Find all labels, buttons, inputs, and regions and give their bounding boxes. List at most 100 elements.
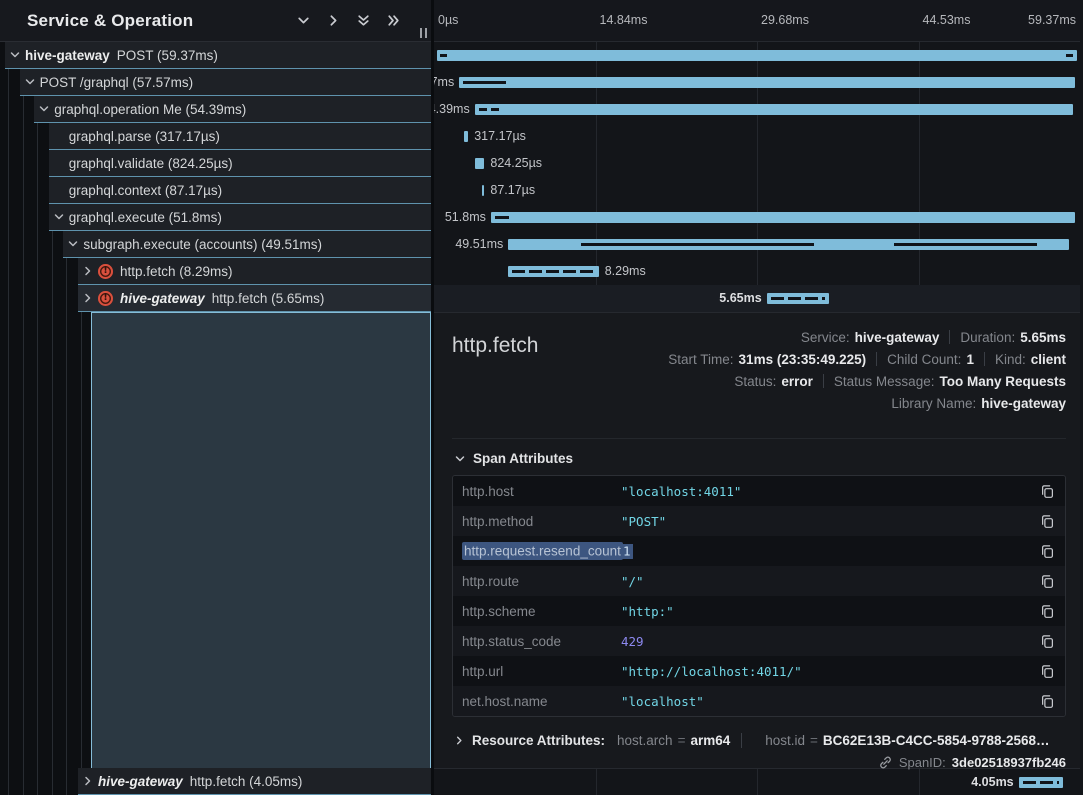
span-tree-row[interactable]: !hive-gatewayhttp.fetch (5.65ms) <box>78 285 431 312</box>
meta-divider <box>984 352 985 366</box>
span-tree-row[interactable]: subgraph.execute (accounts) (49.51ms) <box>63 231 431 258</box>
panel-resize-grip[interactable] <box>420 28 427 38</box>
copy-value-button[interactable] <box>1037 514 1055 529</box>
expand-all-button[interactable] <box>384 11 403 30</box>
span-tree-row[interactable]: graphql.validate (824.25µs) <box>49 150 431 177</box>
expand-one-level-button[interactable] <box>324 11 343 30</box>
waterfall-row <box>434 42 1080 69</box>
collapse-all-button[interactable] <box>354 11 373 30</box>
operation-name: subgraph.execute (accounts) (49.51ms) <box>83 237 322 252</box>
span-duration-bar[interactable] <box>475 104 1073 115</box>
ruler-tick: 59.37ms <box>1028 13 1076 27</box>
attribute-row: http.status_code429 <box>453 626 1065 656</box>
selected-text: 1 <box>621 544 633 559</box>
meta-value: Too Many Requests <box>939 374 1066 389</box>
copy-value-button[interactable] <box>1037 604 1055 619</box>
chevron-right-icon <box>82 265 94 277</box>
span-duration-bar[interactable] <box>508 266 598 277</box>
row-expander[interactable] <box>82 292 94 304</box>
copy-value-button[interactable] <box>1037 664 1055 679</box>
span-id-row: SpanID: 3de02518937fb246 <box>452 755 1066 770</box>
error-badge-icon: ! <box>98 264 113 279</box>
span-tree-row[interactable]: graphql.parse (317.17µs) <box>49 123 431 150</box>
chevron-down-icon <box>67 238 79 250</box>
chevron-down-icon <box>38 103 50 115</box>
meta-value: client <box>1031 352 1066 367</box>
row-expander[interactable] <box>24 76 36 88</box>
operation-name: POST (59.37ms) <box>117 48 218 63</box>
span-duration-bar[interactable] <box>464 131 469 142</box>
operation-name: http.fetch (8.29ms) <box>120 264 233 279</box>
row-expander[interactable] <box>82 265 94 277</box>
span-duration-bar[interactable] <box>437 50 1077 61</box>
span-duration-bar[interactable] <box>482 185 485 196</box>
resource-attributes-title: Resource Attributes: <box>472 733 605 748</box>
meta-value: 31ms (23:35:49.225) <box>739 352 867 367</box>
span-duration-bar[interactable] <box>491 212 1076 223</box>
span-tree: hive-gatewayPOST (59.37ms)POST /graphql … <box>0 42 431 795</box>
span-tree-row[interactable]: hive-gatewayhttp.fetch (4.05ms) <box>78 768 431 795</box>
duration-label: 5.65ms <box>719 285 761 312</box>
operation-name: graphql.validate (824.25µs) <box>69 156 233 171</box>
span-label: graphql.execute (51.8ms) <box>69 210 222 225</box>
resource-key: host.arch <box>617 733 673 748</box>
span-label: graphql.parse (317.17µs) <box>69 129 220 144</box>
span-duration-bar[interactable] <box>767 293 829 304</box>
ruler-tick: 0µs <box>438 13 458 27</box>
attribute-value: "/" <box>621 574 1037 589</box>
span-duration-bar[interactable] <box>459 77 1075 88</box>
waterfall-row: 5.65ms <box>434 285 1080 312</box>
child-span-marker <box>440 54 446 57</box>
copy-value-button[interactable] <box>1037 634 1055 649</box>
meta-value: hive-gateway <box>981 396 1066 411</box>
row-expander[interactable] <box>67 238 79 250</box>
span-duration-bar[interactable] <box>475 158 485 169</box>
copy-value-button[interactable] <box>1037 544 1055 559</box>
chevron-down-icon <box>299 18 308 22</box>
duration-label: 4.05ms <box>971 769 1013 795</box>
span-duration-bar[interactable] <box>1019 777 1064 788</box>
resource-attributes-row[interactable]: Resource Attributes: host.arch=arm64host… <box>454 733 1066 748</box>
row-expander[interactable] <box>38 103 50 115</box>
row-expander-spacer <box>53 130 65 142</box>
meta-label: Status Message: <box>834 374 935 389</box>
span-title: http.fetch <box>452 326 538 414</box>
attribute-row: http.request.resend_count1 <box>453 536 1065 566</box>
span-id-label: SpanID: <box>899 755 946 770</box>
span-tree-row[interactable]: graphql.execute (51.8ms) <box>49 204 431 231</box>
copy-value-button[interactable] <box>1037 574 1055 589</box>
waterfall-row: 4.05ms <box>434 769 1080 795</box>
meta-label: Start Time: <box>668 352 733 367</box>
attribute-row: net.host.name"localhost" <box>453 686 1065 716</box>
waterfall-row: 49.51ms <box>434 231 1080 258</box>
span-tree-row[interactable]: graphql.operation Me (54.39ms) <box>34 96 431 123</box>
meta-value: 5.65ms <box>1020 330 1066 345</box>
span-tree-row[interactable]: hive-gatewayPOST (59.37ms) <box>5 42 431 69</box>
copy-value-button[interactable] <box>1037 484 1055 499</box>
span-tree-row[interactable]: POST /graphql (57.57ms) <box>20 69 431 96</box>
link-icon[interactable] <box>878 755 893 770</box>
resource-value: BC62E13B-C4CC-5854-9788-2568… <box>823 733 1050 748</box>
child-span-marker <box>894 243 1037 246</box>
attribute-value: "localhost" <box>621 694 1037 709</box>
meta-label: Kind: <box>995 352 1026 367</box>
row-expander[interactable] <box>82 775 94 787</box>
collapse-one-level-button[interactable] <box>294 11 313 30</box>
copy-value-button[interactable] <box>1037 694 1055 709</box>
span-tree-row[interactable]: ! http.fetch (8.29ms) <box>78 258 431 285</box>
waterfall-row: 87.17µs <box>434 177 1080 204</box>
span-label: http.fetch (8.29ms) <box>120 264 233 279</box>
span-tree-row[interactable]: graphql.context (87.17µs) <box>49 177 431 204</box>
row-expander[interactable] <box>9 49 21 61</box>
waterfall-row: 57.57ms <box>434 69 1080 96</box>
span-attributes-toggle[interactable]: Span Attributes <box>454 451 1066 466</box>
chevron-right-icon <box>82 292 94 304</box>
resource-equals: = <box>810 733 818 748</box>
meta-label: Duration: <box>960 330 1015 345</box>
waterfall-bottom-row: 4.05ms <box>434 768 1080 795</box>
child-span-dashes <box>512 270 594 273</box>
double-chevron-down-icon <box>359 16 368 25</box>
waterfall-row: 824.25µs <box>434 150 1080 177</box>
duration-label: 317.17µs <box>474 123 526 150</box>
row-expander[interactable] <box>53 211 65 223</box>
